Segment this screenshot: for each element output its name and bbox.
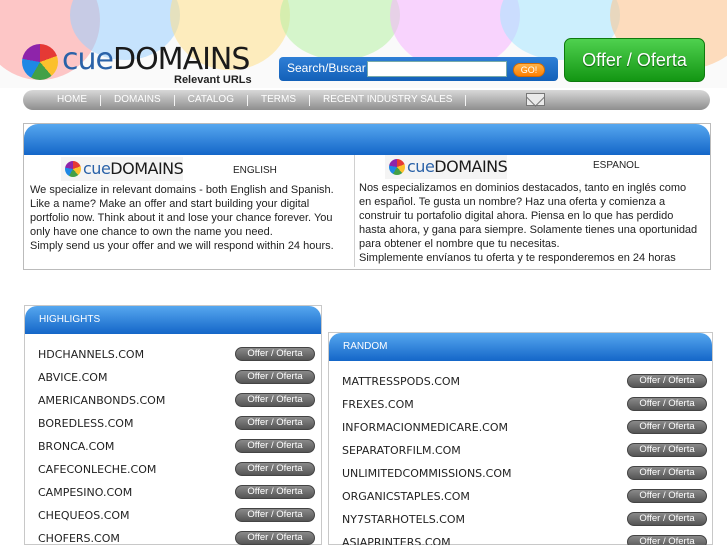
lang-label-spanish: ESPANOL	[593, 160, 640, 171]
intro-panel: cueDOMAINS ENGLISH We specialize in rele…	[23, 123, 711, 270]
nav-recent-sales[interactable]: RECENT INDUSTRY SALES	[310, 90, 465, 110]
domain-row: CHOFERS.COM Offer / Oferta	[25, 528, 321, 545]
intro-text-spanish: Nos especializamos en dominios destacado…	[359, 182, 698, 250]
domain-link[interactable]: FREXES.COM	[342, 398, 414, 411]
domain-link[interactable]: HDCHANNELS.COM	[38, 348, 144, 361]
domain-link[interactable]: CHOFERS.COM	[38, 532, 120, 545]
domain-link[interactable]: AMERICANBONDS.COM	[38, 394, 165, 407]
domain-link[interactable]: INFORMACIONMEDICARE.COM	[342, 421, 508, 434]
logo-ball-icon	[65, 161, 81, 177]
go-button[interactable]: GO!	[513, 63, 545, 77]
domain-link[interactable]: CHEQUEOS.COM	[38, 509, 130, 522]
domain-row: CAFECONLECHE.COM Offer / Oferta	[25, 459, 321, 482]
domain-row: ORGANICSTAPLES.COM Offer / Oferta	[329, 486, 712, 509]
row-offer-button[interactable]: Offer / Oferta	[235, 370, 315, 384]
logo-ball-icon	[22, 44, 58, 80]
row-offer-button[interactable]: Offer / Oferta	[235, 531, 315, 545]
offer-button[interactable]: Offer / Oferta	[564, 38, 705, 82]
nav-catalog[interactable]: CATALOG	[175, 90, 247, 110]
intro-english: cueDOMAINS ENGLISH We specialize in rele…	[30, 157, 348, 253]
row-offer-button[interactable]: Offer / Oferta	[235, 462, 315, 476]
domain-link[interactable]: ORGANICSTAPLES.COM	[342, 490, 470, 503]
row-offer-button[interactable]: Offer / Oferta	[235, 439, 315, 453]
nav-terms[interactable]: TERMS	[248, 90, 309, 110]
nav-domains[interactable]: DOMAINS	[101, 90, 174, 110]
mini-logo: cueDOMAINS	[61, 157, 184, 181]
domain-link[interactable]: BOREDLESS.COM	[38, 417, 133, 430]
domain-link[interactable]: SEPARATORFILM.COM	[342, 444, 461, 457]
mini-logo: cueDOMAINS	[385, 155, 508, 179]
domain-row: HDCHANNELS.COM Offer / Oferta	[25, 344, 321, 367]
domain-link[interactable]: CAFECONLECHE.COM	[38, 463, 156, 476]
intro-spanish: cueDOMAINS ESPANOL Nos especializamos en…	[354, 155, 698, 267]
nav-home[interactable]: HOME	[23, 90, 100, 110]
intro-text2-spanish: Simplemente envíanos tu oferta y te resp…	[359, 252, 676, 264]
lang-label-english: ENGLISH	[233, 165, 277, 176]
search-label: Search/Buscar	[287, 61, 366, 75]
logo-ball-icon	[389, 159, 405, 175]
domain-link[interactable]: UNLIMITEDCOMMISSIONS.COM	[342, 467, 512, 480]
row-offer-button[interactable]: Offer / Oferta	[627, 374, 707, 388]
row-offer-button[interactable]: Offer / Oferta	[235, 508, 315, 522]
search-box: Search/Buscar GO!	[279, 57, 558, 81]
random-header: RANDOM	[329, 333, 712, 361]
domain-row: ABVICE.COM Offer / Oferta	[25, 367, 321, 390]
domain-row: AMERICANBONDS.COM Offer / Oferta	[25, 390, 321, 413]
row-offer-button[interactable]: Offer / Oferta	[627, 489, 707, 503]
decor-bubble	[280, 0, 400, 60]
highlights-panel: HIGHLIGHTS HDCHANNELS.COM Offer / Oferta A…	[24, 305, 322, 545]
nav-divider	[465, 94, 467, 106]
row-offer-button[interactable]: Offer / Oferta	[627, 420, 707, 434]
domain-link[interactable]: CAMPESINO.COM	[38, 486, 132, 499]
domain-row: CAMPESINO.COM Offer / Oferta	[25, 482, 321, 505]
row-offer-button[interactable]: Offer / Oferta	[235, 485, 315, 499]
domain-row: BRONCA.COM Offer / Oferta	[25, 436, 321, 459]
domain-row: INFORMACIONMEDICARE.COM Offer / Oferta	[329, 417, 712, 440]
domain-row: NY7STARHOTELS.COM Offer / Oferta	[329, 509, 712, 532]
domain-row: MATTRESSPODS.COM Offer / Oferta	[329, 371, 712, 394]
intro-text2-english: Simply send us your offer and we will re…	[30, 240, 334, 252]
row-offer-button[interactable]: Offer / Oferta	[235, 393, 315, 407]
site-logo[interactable]: cueDOMAINS Relevant URLs	[22, 42, 262, 88]
domain-row: CHEQUEOS.COM Offer / Oferta	[25, 505, 321, 528]
domain-link[interactable]: MATTRESSPODS.COM	[342, 375, 460, 388]
domain-row: FREXES.COM Offer / Oferta	[329, 394, 712, 417]
logo-tagline: Relevant URLs	[174, 74, 252, 86]
envelope-icon[interactable]	[526, 93, 545, 106]
search-input[interactable]	[367, 61, 507, 77]
random-panel: RANDOM MATTRESSPODS.COM Offer / Oferta FRE…	[328, 332, 713, 545]
highlights-title: HIGHLIGHTS	[39, 314, 101, 325]
row-offer-button[interactable]: Offer / Oferta	[627, 443, 707, 457]
row-offer-button[interactable]: Offer / Oferta	[235, 347, 315, 361]
domain-row: UNLIMITEDCOMMISSIONS.COM Offer / Oferta	[329, 463, 712, 486]
main-nav: HOME DOMAINS CATALOG TERMS RECENT INDUST…	[23, 90, 710, 110]
row-offer-button[interactable]: Offer / Oferta	[627, 535, 707, 545]
domain-row: BOREDLESS.COM Offer / Oferta	[25, 413, 321, 436]
domain-link[interactable]: ASIAPRINTERS.COM	[342, 536, 451, 545]
domain-link[interactable]: ABVICE.COM	[38, 371, 107, 384]
row-offer-button[interactable]: Offer / Oferta	[627, 512, 707, 526]
row-offer-button[interactable]: Offer / Oferta	[627, 397, 707, 411]
row-offer-button[interactable]: Offer / Oferta	[235, 416, 315, 430]
logo-main: DOMAINS	[112, 42, 250, 77]
random-title: RANDOM	[343, 341, 388, 352]
domain-row: SEPARATORFILM.COM Offer / Oferta	[329, 440, 712, 463]
domain-link[interactable]: NY7STARHOTELS.COM	[342, 513, 465, 526]
domain-link[interactable]: BRONCA.COM	[38, 440, 114, 453]
intro-header-bar	[24, 124, 710, 155]
logo-prefix: cue	[62, 42, 114, 77]
row-offer-button[interactable]: Offer / Oferta	[627, 466, 707, 480]
intro-text-english: We specialize in relevant domains - both…	[30, 184, 334, 238]
highlights-header: HIGHLIGHTS	[25, 306, 321, 334]
domain-row: ASIAPRINTERS.COM Offer / Oferta	[329, 532, 712, 545]
